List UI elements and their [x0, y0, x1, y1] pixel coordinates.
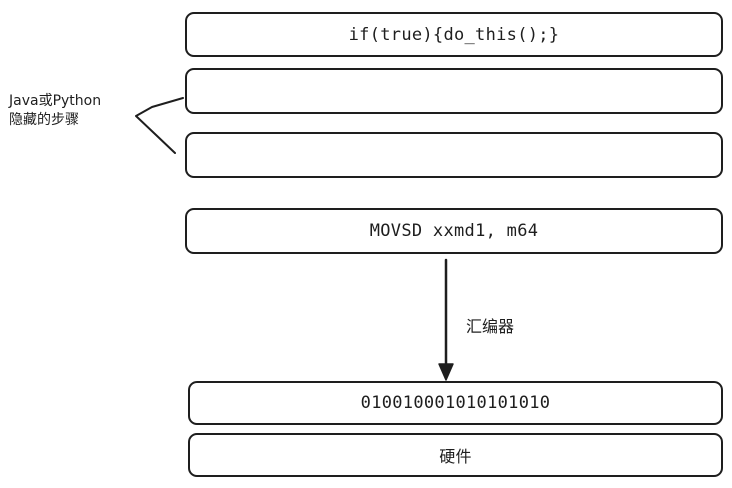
source-code-box: if(true){do_this();}	[185, 12, 723, 57]
hidden-step-box-1	[185, 68, 723, 114]
assembly-text: MOVSD xxmd1, m64	[369, 221, 539, 241]
assembler-label: 汇编器	[466, 317, 515, 336]
hidden-step-box-2	[185, 132, 723, 178]
hardware-box: 硬件	[188, 433, 723, 477]
assembler-arrow-head	[438, 363, 454, 381]
hidden-steps-label: Java或Python 隐藏的步骤	[9, 92, 101, 130]
machine-code-text: 010010001010101010	[360, 393, 551, 413]
bracket-connector	[135, 97, 184, 154]
machine-code-box: 010010001010101010	[188, 381, 723, 425]
hidden-steps-label-line1: Java或Python	[9, 93, 102, 109]
source-code-text: if(true){do_this();}	[348, 24, 560, 45]
hidden-steps-label-line2: 隐藏的步骤	[9, 112, 79, 128]
assembly-box: MOVSD xxmd1, m64	[185, 208, 723, 254]
hardware-text: 硬件	[439, 447, 472, 466]
